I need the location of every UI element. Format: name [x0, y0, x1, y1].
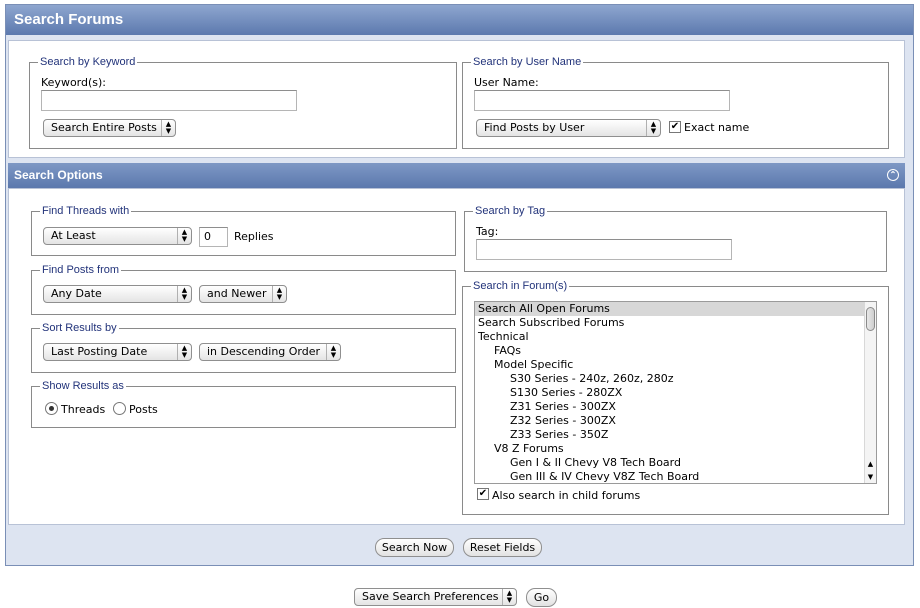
keyword-input[interactable]	[41, 90, 297, 111]
child-forums-label: Also search in child forums	[492, 489, 641, 502]
search-options-title: Search Options	[14, 168, 103, 182]
select-arrows-icon: ▲ ▼	[161, 120, 175, 136]
chevron-up-icon[interactable]: ⌃	[887, 169, 899, 181]
sort-order-value: in Descending Order	[207, 345, 321, 358]
select-arrows-icon: ▲ ▼	[177, 286, 191, 302]
username-label: User Name:	[474, 76, 539, 89]
forum-option[interactable]: Gen III & IV Chevy V8Z Tech Board	[475, 470, 876, 483]
sort-order-select[interactable]: in Descending Order ▲ ▼	[199, 343, 341, 361]
exact-name-label: Exact name	[684, 121, 750, 134]
forum-option[interactable]: Z31 Series - 300ZX	[475, 400, 876, 414]
forum-option[interactable]: Technical	[475, 330, 876, 344]
reply-comparison-value: At Least	[51, 229, 96, 242]
keyword-label: Keyword(s):	[41, 76, 107, 89]
forum-option[interactable]: Search All Open Forums	[475, 302, 876, 316]
sort-field-value: Last Posting Date	[51, 345, 148, 358]
select-arrows-icon: ▲ ▼	[177, 344, 191, 360]
tag-input[interactable]	[476, 239, 732, 260]
forum-list: Search All Open Forums Search Subscribed …	[475, 302, 876, 483]
post-date-value: Any Date	[51, 287, 102, 300]
date-range-value: and Newer	[207, 287, 267, 300]
forum-option[interactable]: FAQs	[475, 344, 876, 358]
select-arrows-icon: ▲ ▼	[326, 344, 340, 360]
posts-radio-label: Posts	[129, 403, 158, 416]
tag-legend: Search by Tag	[475, 205, 546, 217]
username-legend: Search by User Name	[473, 56, 582, 68]
select-arrows-icon: ▲ ▼	[646, 120, 660, 136]
find-posts-legend: Find Posts from	[42, 264, 120, 276]
reply-comparison-select[interactable]: At Least ▲ ▼	[43, 227, 192, 245]
show-results-legend: Show Results as	[42, 380, 124, 392]
post-date-select[interactable]: Any Date ▲ ▼	[43, 285, 192, 303]
reset-fields-button[interactable]: Reset Fields	[463, 538, 542, 557]
find-posts-by-select[interactable]: Find Posts by User ▲ ▼	[476, 119, 661, 137]
replies-label: Replies	[234, 230, 274, 243]
search-scope-value: Search Entire Posts	[51, 121, 157, 134]
page-title: Search Forums	[6, 5, 913, 35]
forum-option[interactable]: V8 Z Forums	[475, 442, 876, 456]
forum-option[interactable]: S30 Series - 240z, 260z, 280z	[475, 372, 876, 386]
sort-field-select[interactable]: Last Posting Date ▲ ▼	[43, 343, 192, 361]
preferences-select[interactable]: Save Search Preferences ▲ ▼	[354, 588, 517, 606]
reply-count-input[interactable]: 0	[199, 227, 228, 247]
sort-legend: Sort Results by	[42, 322, 117, 334]
scrollbar-thumb[interactable]	[866, 307, 875, 331]
forum-option[interactable]: Search Subscribed Forums	[475, 316, 876, 330]
select-arrows-icon: ▲ ▼	[272, 286, 286, 302]
forum-option[interactable]: Gen I & II Chevy V8 Tech Board	[475, 456, 876, 470]
date-range-select[interactable]: and Newer ▲ ▼	[199, 285, 287, 303]
scroll-up-icon[interactable]: ▲	[865, 460, 876, 468]
search-now-button[interactable]: Search Now	[375, 538, 454, 557]
find-threads-legend: Find Threads with	[42, 205, 130, 217]
forums-legend: Search in Forum(s)	[473, 280, 568, 292]
forum-option[interactable]: S130 Series - 280ZX	[475, 386, 876, 400]
username-input[interactable]	[474, 90, 730, 111]
listbox-scrollbar[interactable]: ▲ ▼	[864, 302, 876, 483]
select-arrows-icon: ▲ ▼	[502, 589, 516, 605]
search-options-header[interactable]: Search Options ⌃	[8, 163, 905, 188]
child-forums-checkbox[interactable]: ✔	[477, 488, 489, 500]
scroll-down-icon[interactable]: ▼	[865, 473, 876, 481]
threads-radio[interactable]	[45, 402, 58, 415]
forum-option[interactable]: Model Specific	[475, 358, 876, 372]
forum-option[interactable]: Z32 Series - 300ZX	[475, 414, 876, 428]
select-arrows-icon: ▲ ▼	[177, 228, 191, 244]
search-scope-select[interactable]: Search Entire Posts ▲ ▼	[43, 119, 176, 137]
find-posts-by-value: Find Posts by User	[484, 121, 585, 134]
go-button[interactable]: Go	[526, 588, 557, 607]
tag-label: Tag:	[476, 225, 499, 238]
preferences-value: Save Search Preferences	[362, 590, 499, 603]
exact-name-checkbox[interactable]: ✔	[669, 121, 681, 133]
forum-option[interactable]: Z33 Series - 350Z	[475, 428, 876, 442]
threads-radio-label: Threads	[61, 403, 106, 416]
keyword-legend: Search by Keyword	[40, 56, 136, 68]
forum-listbox[interactable]: Search All Open Forums Search Subscribed …	[474, 301, 877, 484]
posts-radio[interactable]	[113, 402, 126, 415]
